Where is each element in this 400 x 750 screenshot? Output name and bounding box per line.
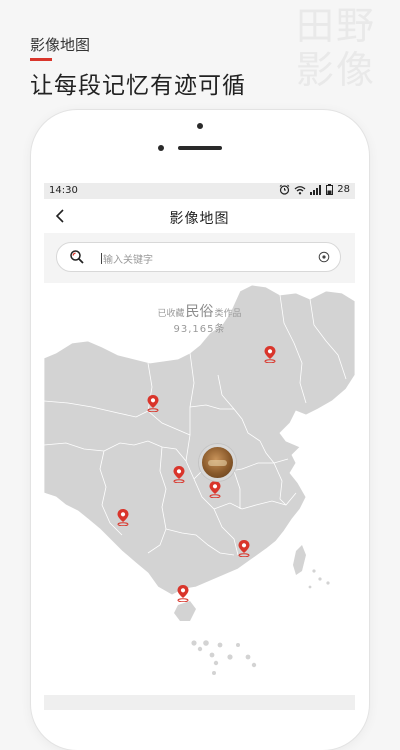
collection-category: 民俗	[185, 304, 214, 320]
location-pin-icon[interactable]	[236, 539, 252, 557]
clear-icon[interactable]	[318, 251, 330, 263]
status-icons: 28	[279, 184, 350, 195]
phone-speaker	[178, 146, 222, 150]
location-pin-icon[interactable]	[115, 508, 131, 526]
battery-level: 28	[337, 184, 350, 195]
collection-count: 93,165条	[173, 324, 226, 335]
search-placeholder-text: 输入关键字	[103, 255, 153, 266]
search-icon	[70, 250, 84, 264]
search-placeholder: 输入关键字	[101, 251, 153, 266]
watermark-line-1: 田野	[296, 4, 377, 48]
wifi-icon	[294, 185, 306, 194]
search-input[interactable]: 输入关键字	[56, 242, 341, 272]
accent-divider	[30, 58, 52, 61]
nav-bar: 影像地图	[44, 199, 355, 233]
app-screen: 14:30 28 影像地图 输入关键字 已收藏民俗类作品 93,165条	[44, 183, 355, 710]
taiwan-region	[293, 545, 306, 575]
bottom-strip	[44, 695, 355, 710]
watermark-line-2: 影像	[296, 48, 377, 92]
search-area: 输入关键字	[44, 233, 355, 283]
location-pin-icon[interactable]	[171, 465, 187, 483]
map-view[interactable]: 已收藏民俗类作品 93,165条	[44, 283, 355, 695]
phone-camera	[197, 123, 203, 129]
collection-summary: 已收藏民俗类作品	[44, 301, 355, 321]
battery-icon	[326, 184, 334, 195]
south-sea-islands	[191, 569, 330, 675]
location-pin-icon[interactable]	[262, 345, 278, 363]
phone-sensor	[158, 145, 164, 151]
signal-icon	[310, 184, 322, 195]
alarm-icon	[279, 184, 290, 195]
location-pin-icon[interactable]	[207, 480, 223, 498]
collection-suffix: 类作品	[214, 309, 242, 319]
promo-caption: 影像地图	[30, 36, 91, 54]
china-map[interactable]	[44, 283, 355, 695]
watermark: 田野 影像	[296, 4, 392, 92]
featured-photo-avatar[interactable]	[199, 444, 236, 481]
page-title: 影像地图	[169, 211, 230, 227]
location-pin-icon[interactable]	[145, 394, 161, 412]
collection-prefix: 已收藏	[157, 309, 185, 319]
hainan-region	[174, 601, 196, 621]
status-time: 14:30	[49, 185, 78, 196]
promo-slogan: 让每段记忆有迹可循	[30, 73, 246, 99]
location-pin-icon[interactable]	[175, 584, 191, 602]
status-bar: 14:30 28	[44, 183, 355, 199]
